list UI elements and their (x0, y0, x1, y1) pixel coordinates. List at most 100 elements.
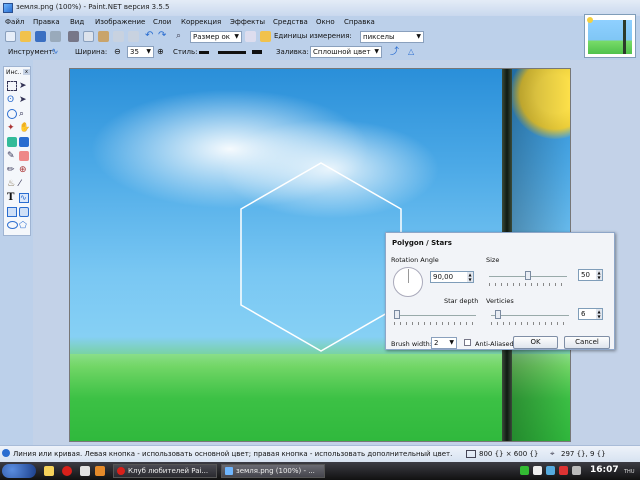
paintbrush-icon[interactable]: ✎ (7, 151, 17, 161)
ellipse-select-icon[interactable] (7, 109, 17, 119)
menu-file[interactable]: Файл (5, 18, 24, 26)
minus-icon[interactable]: ⊖ (114, 47, 125, 58)
ellipse-icon[interactable] (7, 221, 18, 229)
close-icon[interactable]: x (23, 69, 30, 75)
spinner-icon[interactable]: ▲ ▼ (467, 272, 473, 282)
print-icon[interactable] (50, 31, 61, 42)
taskbar-day: THU (624, 469, 635, 475)
start-cap-icon[interactable] (199, 51, 209, 54)
rect-select-icon[interactable] (7, 81, 17, 91)
fill-value: Сплошной цвет (313, 48, 371, 56)
clone-stamp-icon[interactable]: ⊕ (19, 165, 29, 175)
grid-icon[interactable] (245, 31, 256, 42)
units-combo[interactable]: пикселы ▼ (360, 31, 424, 43)
verticies-input[interactable]: 6 ▲ ▼ (578, 308, 603, 320)
menu-effects[interactable]: Эффекты (230, 18, 265, 26)
gradient-icon[interactable] (19, 137, 29, 147)
verticies-slider[interactable] (491, 315, 569, 316)
ok-button[interactable]: OK (513, 336, 558, 349)
chevron-down-icon: ▼ (416, 33, 421, 40)
menu-layers[interactable]: Слои (153, 18, 171, 26)
zoom-icon[interactable]: ⌕ (176, 31, 187, 42)
width-combo[interactable]: 35 ▼ (127, 46, 154, 58)
rounded-rect-icon[interactable] (19, 207, 29, 217)
antialias-icon[interactable]: △ (408, 47, 419, 58)
star-depth-slider-thumb[interactable] (394, 310, 400, 319)
color-picker-icon[interactable]: ⁄ (19, 179, 29, 189)
fill-label: Заливка: (276, 48, 309, 56)
quick-launch-app-icon[interactable] (95, 466, 105, 476)
dash-style-icon[interactable] (218, 51, 246, 54)
paint-bucket-icon[interactable] (7, 137, 17, 147)
freeform-shape-icon[interactable]: ⬠ (19, 221, 29, 231)
deselect-icon[interactable] (128, 31, 139, 42)
eraser-icon[interactable] (19, 151, 29, 161)
star-depth-slider[interactable] (394, 315, 476, 316)
taskbar-clock[interactable]: 16:07 (590, 465, 619, 475)
rotation-angle-input[interactable]: 90,00 ▲ ▼ (430, 271, 474, 283)
anti-aliased-checkbox[interactable] (464, 339, 471, 346)
size-input[interactable]: 50 ▲ ▼ (578, 269, 603, 281)
menu-tools[interactable]: Средства (273, 18, 308, 26)
redo-icon[interactable]: ↷ (158, 31, 169, 42)
tray-keyboard-icon[interactable] (533, 466, 542, 475)
tray-shield-icon[interactable] (559, 466, 568, 475)
copy-icon[interactable] (83, 31, 94, 42)
recolor-icon[interactable]: ♨ (7, 179, 17, 189)
rectangle-icon[interactable] (7, 207, 17, 217)
quick-launch-paintnet-icon[interactable] (80, 466, 90, 476)
move-icon[interactable]: ➤ (19, 95, 29, 105)
size-slider-thumb[interactable] (525, 271, 531, 280)
menu-view[interactable]: Вид (70, 18, 84, 26)
zoom-combo[interactable]: Размер ок ▼ (190, 31, 242, 43)
magic-wand-icon[interactable]: ✦ (7, 123, 17, 133)
move-selection-icon[interactable]: ➤ (19, 81, 29, 91)
menu-adjustments[interactable]: Коррекция (181, 18, 221, 26)
menu-image[interactable]: Изображение (95, 18, 145, 26)
menu-help[interactable]: Справка (344, 18, 375, 26)
paste-icon[interactable] (98, 31, 109, 42)
taskbar-item-opera[interactable]: Клуб любителей Pai... (113, 464, 217, 478)
taskbar-item-paintnet[interactable]: земля.png (100%) - ... (221, 464, 325, 478)
units-icon[interactable] (260, 31, 271, 42)
line-curve-icon[interactable]: ∿ (19, 193, 29, 203)
brush-width-combo[interactable]: 2 ▼ (431, 337, 457, 349)
end-cap-icon[interactable] (252, 50, 262, 54)
undo-icon[interactable]: ↶ (145, 31, 156, 42)
verticies-slider-thumb[interactable] (494, 310, 501, 319)
start-button[interactable] (2, 464, 36, 478)
new-file-icon[interactable] (5, 31, 16, 42)
instrument-label: Инструмент: (8, 48, 55, 56)
spinner-icon[interactable]: ▲ ▼ (596, 270, 602, 280)
zoom-tool-icon[interactable]: ⌕ (19, 109, 29, 119)
fill-combo[interactable]: Сплошной цвет ▼ (310, 46, 382, 58)
image-thumbnail[interactable] (584, 14, 636, 58)
width-value: 35 (130, 48, 139, 56)
quick-launch-opera-icon[interactable] (62, 466, 72, 476)
quick-launch-explorer-icon[interactable] (44, 466, 54, 476)
tray-volume-icon[interactable] (546, 466, 555, 475)
menu-window[interactable]: Окно (316, 18, 335, 26)
spinner-icon[interactable]: ▲ ▼ (596, 309, 602, 319)
crop-icon[interactable] (113, 31, 124, 42)
tray-app-icon[interactable] (572, 466, 581, 475)
chevron-down-icon: ▼ (374, 48, 379, 55)
pencil-icon[interactable]: ✏ (7, 165, 17, 175)
open-folder-icon[interactable] (20, 31, 31, 42)
verticies-value: 6 (581, 310, 586, 318)
paintnet-app-icon (3, 3, 13, 13)
cancel-button[interactable]: Cancel (564, 336, 610, 349)
cut-icon[interactable] (68, 31, 79, 42)
tray-network-icon[interactable] (520, 466, 529, 475)
menu-edit[interactable]: Правка (33, 18, 60, 26)
rotation-dial[interactable] (393, 267, 423, 297)
pan-icon[interactable]: ✋ (19, 123, 30, 133)
polygon-stars-dialog: Polygon / Stars Rotation Angle 90,00 ▲ ▼ … (385, 232, 615, 350)
line-curve-tool-icon[interactable]: ∿ (51, 47, 62, 58)
rotation-angle-label: Rotation Angle (391, 256, 439, 264)
save-icon[interactable] (35, 31, 46, 42)
lasso-icon[interactable]: ʘ (7, 95, 17, 105)
curve-type-icon[interactable]: ⤴ (390, 47, 401, 58)
text-tool-icon[interactable]: T (7, 193, 17, 203)
plus-icon[interactable]: ⊕ (157, 47, 168, 58)
